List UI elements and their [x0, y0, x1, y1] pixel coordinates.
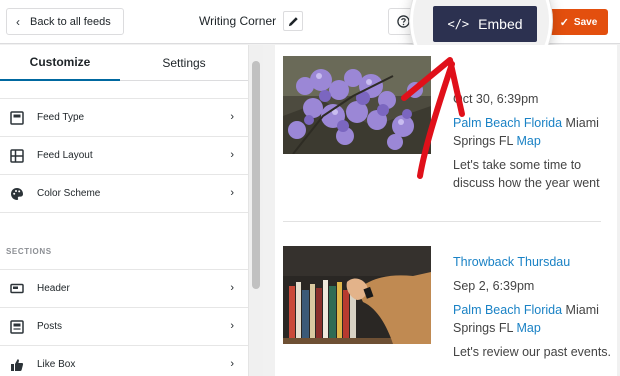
post-text: Let's take some time to discuss how the …: [453, 158, 600, 190]
sidebar-item-label: Posts: [37, 321, 63, 332]
scrollbar-thumb[interactable]: [252, 61, 260, 289]
chevron-right-icon: ›: [230, 358, 234, 370]
post-location: Palm Beach Florida Miami Springs FL Map: [453, 301, 613, 337]
tab-settings[interactable]: Settings: [120, 45, 248, 81]
feed-editor-page: ‹ Back to all feeds Writing Corner ✓ Sav…: [0, 0, 620, 376]
feed-type-icon: [9, 110, 25, 126]
sidebar-item-label: Like Box: [37, 359, 76, 370]
chevron-right-icon: ›: [230, 111, 234, 123]
sidebar-item-label: Feed Type: [37, 112, 85, 123]
embed-button-label: Embed: [478, 16, 523, 32]
feed-post: Throwback Thursdau Sep 2, 6:39pm Palm Be…: [275, 222, 617, 376]
chevron-left-icon: ‹: [16, 14, 20, 29]
customizer-sidebar: Customize Settings Feed Type › Feed Layo…: [0, 45, 263, 376]
help-icon: [396, 15, 410, 28]
post-details: Oct 30, 6:39pm Palm Beach Florida Miami …: [453, 90, 613, 192]
palette-icon: [9, 186, 25, 202]
general-menu: Feed Type › Feed Layout › Color Scheme ›: [0, 98, 248, 213]
annotation-arrow: [401, 57, 465, 179]
post-image-books[interactable]: [283, 246, 431, 344]
feed-title: Writing Corner: [199, 14, 277, 28]
sidebar-item-header[interactable]: Header ›: [0, 270, 248, 308]
sidebar-item-label: Header: [37, 283, 70, 294]
chevron-right-icon: ›: [230, 320, 234, 332]
sidebar-item-label: Color Scheme: [37, 188, 101, 199]
sidebar-item-like-box[interactable]: Like Box ›: [0, 346, 248, 376]
location-link[interactable]: Palm Beach Florida: [453, 303, 562, 317]
chevron-right-icon: ›: [230, 149, 234, 161]
post-date: Oct 30, 6:39pm: [453, 92, 539, 106]
tab-customize[interactable]: Customize: [0, 45, 120, 81]
pencil-icon: [288, 16, 298, 26]
sections-heading: SECTIONS: [6, 247, 52, 256]
sections-menu: Header › Posts › Like Box ›: [0, 269, 248, 376]
chevron-right-icon: ›: [230, 282, 234, 294]
edit-title-button[interactable]: [283, 11, 304, 31]
sidebar-item-feed-layout[interactable]: Feed Layout ›: [0, 137, 248, 175]
post-details: Throwback Thursdau Sep 2, 6:39pm Palm Be…: [453, 255, 613, 361]
back-button-label: Back to all feeds: [30, 15, 111, 28]
save-button[interactable]: ✓ Save: [549, 9, 608, 35]
tab-settings-label: Settings: [162, 56, 206, 70]
checkmark-icon: ✓: [559, 16, 569, 29]
sidebar-item-color-scheme[interactable]: Color Scheme ›: [0, 175, 248, 213]
code-icon: </>: [447, 17, 470, 31]
sidebar-item-label: Feed Layout: [37, 150, 93, 161]
embed-button[interactable]: </> Embed: [433, 6, 537, 42]
sidebar-scrollbar[interactable]: [248, 45, 263, 376]
back-to-feeds-button[interactable]: ‹ Back to all feeds: [6, 8, 124, 35]
post-location: Palm Beach Florida Miami Springs FL Map: [453, 114, 613, 150]
tab-customize-label: Customize: [29, 55, 91, 69]
posts-icon: [9, 319, 25, 335]
post-date: Sep 2, 6:39pm: [453, 279, 535, 293]
sidebar-tabs: Customize Settings: [0, 45, 248, 81]
thumbs-up-icon: [9, 357, 25, 373]
post-text: Let's review our past events.: [453, 345, 612, 359]
save-button-label: Save: [573, 16, 598, 28]
sidebar-item-posts[interactable]: Posts ›: [0, 308, 248, 346]
chevron-right-icon: ›: [230, 187, 234, 199]
map-link[interactable]: Map: [516, 321, 540, 335]
header-icon: [9, 281, 25, 297]
post-title-link[interactable]: Throwback Thursdau: [453, 253, 613, 271]
feed-title-group: Writing Corner: [199, 11, 304, 31]
grid-layout-icon: [9, 148, 25, 164]
map-link[interactable]: Map: [516, 134, 540, 148]
sidebar-item-feed-type[interactable]: Feed Type ›: [0, 99, 248, 137]
